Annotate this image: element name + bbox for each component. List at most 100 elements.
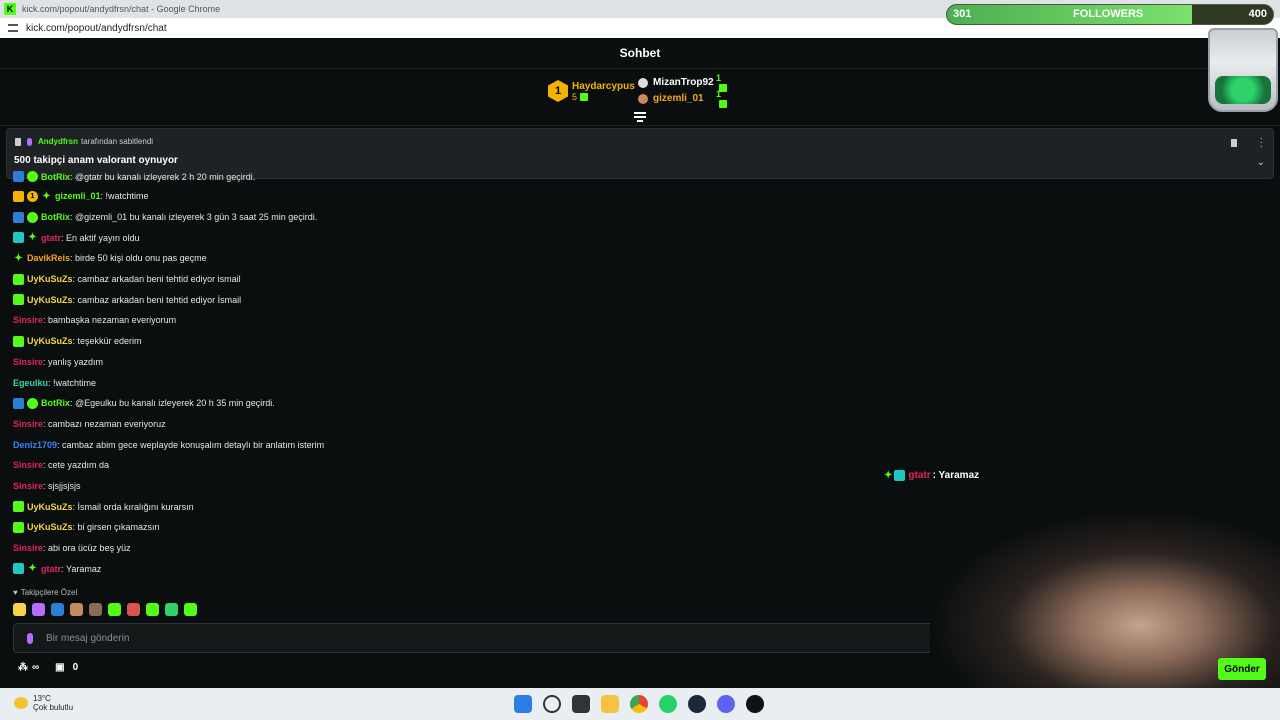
steam-icon[interactable] — [688, 695, 706, 713]
weather-temp: 13°C — [33, 694, 51, 703]
chat-message[interactable]: ✦ gtatr: En aktif yayın oldu — [13, 227, 833, 248]
app-icon[interactable] — [746, 695, 764, 713]
chat-message[interactable]: UyKuSuZs: cambaz arkadan beni tehtid edi… — [13, 269, 833, 290]
pinned-text: 500 takipçi anam valorant oynuyor — [14, 155, 178, 166]
chat-username[interactable]: BotRix — [41, 172, 70, 182]
chat-message[interactable]: ✦ gtatr: Yaramaz — [13, 558, 833, 579]
sub-badge-icon — [13, 232, 24, 244]
chat-message[interactable]: Sinsire: abi ora ücüz beş yüz — [13, 538, 833, 559]
pinned-by-user[interactable]: Andydfrsn — [38, 137, 78, 146]
emote-icon[interactable] — [146, 603, 159, 616]
chat-text: cete yazdım da — [48, 460, 110, 471]
chat-text: sjsjjsjsjs — [48, 480, 81, 491]
send-button[interactable]: Gönder — [1218, 658, 1266, 680]
whatsapp-icon[interactable] — [659, 695, 677, 713]
pin-icon — [15, 137, 21, 146]
chat-username[interactable]: UyKuSuZs — [27, 502, 73, 512]
emote-icon[interactable] — [184, 603, 197, 616]
chat-message[interactable]: BotRix: @gtatr bu kanalı izleyerek 2 h 2… — [13, 170, 833, 186]
chat-title: Sohbet — [619, 46, 661, 60]
leader-third[interactable]: gizemli_01 1 — [638, 89, 727, 109]
chat-username[interactable]: UyKuSuZs — [27, 522, 73, 532]
chat-message[interactable]: Egeulku: !watchtime — [13, 372, 833, 393]
chat-text: teşekkür ederim — [77, 336, 142, 347]
chat-message[interactable]: UyKuSuZs: İsmail orda kıralığını kurarsı… — [13, 496, 833, 517]
url-text[interactable]: kick.com/popout/andydfrsn/chat — [26, 23, 167, 34]
chat-username[interactable]: BotRix — [41, 212, 70, 222]
chat-message[interactable]: UyKuSuZs: cambaz arkadan beni tehtid edi… — [13, 289, 833, 310]
weather-desc: Çok bulutlu — [33, 703, 74, 712]
chat-message[interactable]: Sinsire: cete yazdım da — [13, 455, 833, 476]
site-settings-icon[interactable] — [8, 24, 18, 32]
chat-message[interactable]: Sinsire: cambazı nezaman everiyoruz — [13, 414, 833, 435]
windows-taskbar: 13°C Çok bulutlu — [0, 688, 1280, 720]
emote-icon[interactable] — [127, 603, 140, 616]
chat-username[interactable]: UyKuSuZs — [27, 295, 73, 305]
store-icon[interactable]: ▣ — [55, 662, 64, 673]
chat-messages[interactable]: BotRix: @gtatr bu kanalı izleyerek 2 h 2… — [13, 170, 833, 580]
discord-icon[interactable] — [717, 695, 735, 713]
chat-username[interactable]: Sinsire — [13, 460, 43, 470]
chat-message[interactable]: Deniz1709: cambaz abim gece weplayde kon… — [13, 434, 833, 455]
followers-goal-fill — [947, 5, 1192, 24]
followers-current: 301 — [953, 8, 972, 20]
chat-message[interactable]: UyKuSuZs: teşekkür ederim — [13, 331, 833, 352]
followers-goal-bar: 301 FOLLOWERS 400 — [946, 4, 1274, 25]
chat-username[interactable]: Sinsire — [13, 481, 43, 491]
chat-message[interactable]: BotRix: @gizemli_01 bu kanalı izleyerek … — [13, 207, 833, 228]
settings-icon[interactable]: ⁂ — [18, 662, 28, 673]
chat-username[interactable]: BotRix — [41, 398, 70, 408]
bot-badge-icon — [13, 211, 24, 223]
star-badge-icon: ✦ — [14, 252, 23, 264]
infinity-icon[interactable]: ∞ — [32, 662, 39, 673]
chat-username[interactable]: gizemli_01 — [55, 191, 101, 201]
chat-username[interactable]: Sinsire — [13, 419, 43, 429]
expand-leaderboard-icon[interactable] — [634, 112, 646, 122]
chat-username[interactable]: DavikReis — [27, 253, 70, 263]
chat-message[interactable]: Sinsire: yanlış yazdım — [13, 352, 833, 373]
leader-third-count: 1 — [716, 88, 722, 99]
chat-username[interactable]: Sinsire — [13, 315, 43, 325]
task-view-icon[interactable] — [572, 695, 590, 713]
emote-icon[interactable] — [32, 603, 45, 616]
chat-username[interactable]: Egeulku — [13, 378, 48, 388]
chat-message[interactable]: ✦ DavikReis: birde 50 kişi oldu onu pas g… — [13, 248, 833, 269]
search-icon[interactable] — [543, 695, 561, 713]
chat-message[interactable]: 1 ✦ gizemli_01: !watchtime — [13, 186, 833, 207]
chat-username[interactable]: gtatr — [41, 233, 61, 243]
file-explorer-icon[interactable] — [601, 695, 619, 713]
chrome-icon[interactable] — [630, 695, 648, 713]
emote-icon[interactable] — [70, 603, 83, 616]
emote-icon[interactable] — [89, 603, 102, 616]
rank-one-icon: 1 — [548, 80, 568, 102]
chevron-down-icon[interactable]: ⌄ — [1257, 157, 1265, 168]
verified-badge-icon — [27, 397, 38, 409]
gift-badge-icon — [13, 294, 24, 306]
leader-first[interactable]: 1 Haydarcypus 5 — [548, 80, 635, 102]
windows-start-icon[interactable] — [514, 695, 532, 713]
weather-widget[interactable]: 13°C Çok bulutlu — [14, 694, 73, 712]
gift-icon — [719, 100, 727, 109]
emote-icon[interactable] — [51, 603, 64, 616]
emote-icon[interactable] — [108, 603, 121, 616]
chat-message[interactable]: Sinsire: bambaşka nezaman everiyorum — [13, 310, 833, 331]
chat-text: cambaz arkadan beni tehtid ediyor ismail — [77, 274, 241, 285]
chat-username[interactable]: Deniz1709 — [13, 440, 57, 450]
more-options-icon[interactable]: · · · — [1260, 134, 1263, 152]
chat-message[interactable]: BotRix: @Egeulku bu kanalı izleyerek 20 … — [13, 393, 833, 414]
chat-username[interactable]: UyKuSuZs — [27, 336, 73, 346]
chat-username[interactable]: Sinsire — [13, 543, 43, 553]
chat-username[interactable]: gtatr — [41, 564, 61, 574]
heart-icon: ♥ — [13, 588, 18, 597]
chat-username[interactable]: Sinsire — [13, 357, 43, 367]
chat-message[interactable]: UyKuSuZs: bi girsen çıkamazsın — [13, 517, 833, 538]
broadcaster-icon — [27, 137, 32, 146]
chat-message[interactable]: Sinsire: sjsjjsjsjs — [13, 476, 833, 497]
emote-icon[interactable] — [13, 603, 26, 616]
overlay-chat-message: ✦ gtatr : Yaramaz — [884, 470, 979, 481]
leader-second[interactable]: MizanTrop92 1 — [638, 73, 727, 93]
unpin-icon[interactable] — [1231, 139, 1237, 147]
chat-username[interactable]: UyKuSuZs — [27, 274, 73, 284]
chat-text: abi ora ücüz beş yüz — [48, 543, 131, 554]
emote-icon[interactable] — [165, 603, 178, 616]
